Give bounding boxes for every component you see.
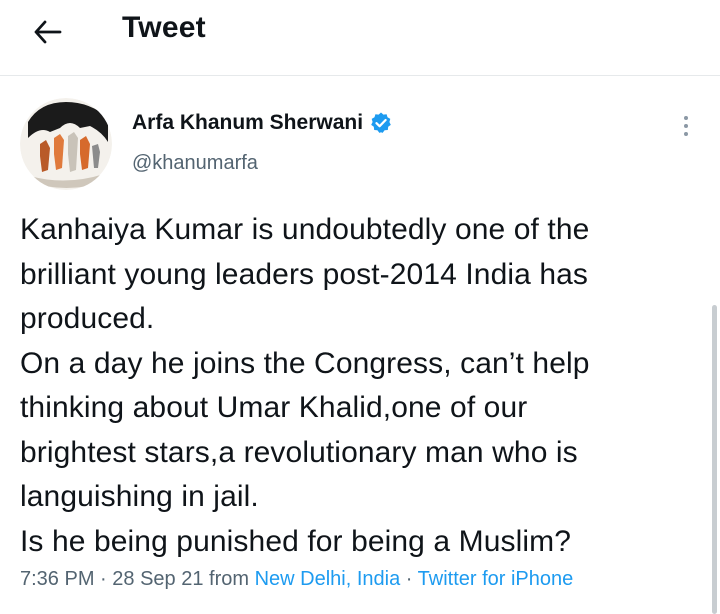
top-bar: Tweet xyxy=(0,0,720,76)
page-title: Tweet xyxy=(122,11,206,44)
tweet-line: brightest stars,a revolutionary man who … xyxy=(20,435,578,469)
author-name[interactable]: Arfa Khanum Sherwani xyxy=(132,111,363,135)
separator: · xyxy=(400,568,418,590)
tweet-meta: 7:36 PM · 28 Sep 21 from New Delhi, Indi… xyxy=(20,568,573,591)
scrollbar[interactable] xyxy=(712,305,717,614)
tweet-line: On a day he joins the Congress, can’t he… xyxy=(20,346,590,380)
tweet-time[interactable]: 7:36 PM xyxy=(20,568,94,590)
tweet-date[interactable]: 28 Sep 21 xyxy=(112,568,203,590)
tweet-line: produced. xyxy=(20,302,155,335)
verified-badge-icon xyxy=(369,111,393,135)
tweet-text: Kanhaiya Kumar is undoubtedly one of the… xyxy=(20,208,706,564)
from-label: from xyxy=(203,568,255,590)
tweet-line: brilliant young leaders post-2014 India … xyxy=(20,257,589,291)
author-name-row[interactable]: Arfa Khanum Sherwani xyxy=(132,111,393,135)
avatar-image xyxy=(20,98,112,190)
separator: · xyxy=(94,568,113,590)
location-link[interactable]: New Delhi, India xyxy=(255,568,401,590)
source-link[interactable]: Twitter for iPhone xyxy=(418,568,574,590)
tweet-line: Is he being punished for being a Muslim? xyxy=(20,524,572,558)
author-handle[interactable]: @khanumarfa xyxy=(132,152,258,175)
arrow-left-icon xyxy=(34,20,62,44)
tweet-line: languishing in jail. xyxy=(20,480,259,513)
tweet-line: thinking about Umar Khalid,one of our xyxy=(20,391,528,424)
tweet-line: Kanhaiya Kumar is undoubtedly one of the xyxy=(20,213,590,246)
avatar[interactable] xyxy=(20,98,112,190)
back-button[interactable] xyxy=(30,14,66,50)
more-options-icon[interactable] xyxy=(674,112,698,140)
